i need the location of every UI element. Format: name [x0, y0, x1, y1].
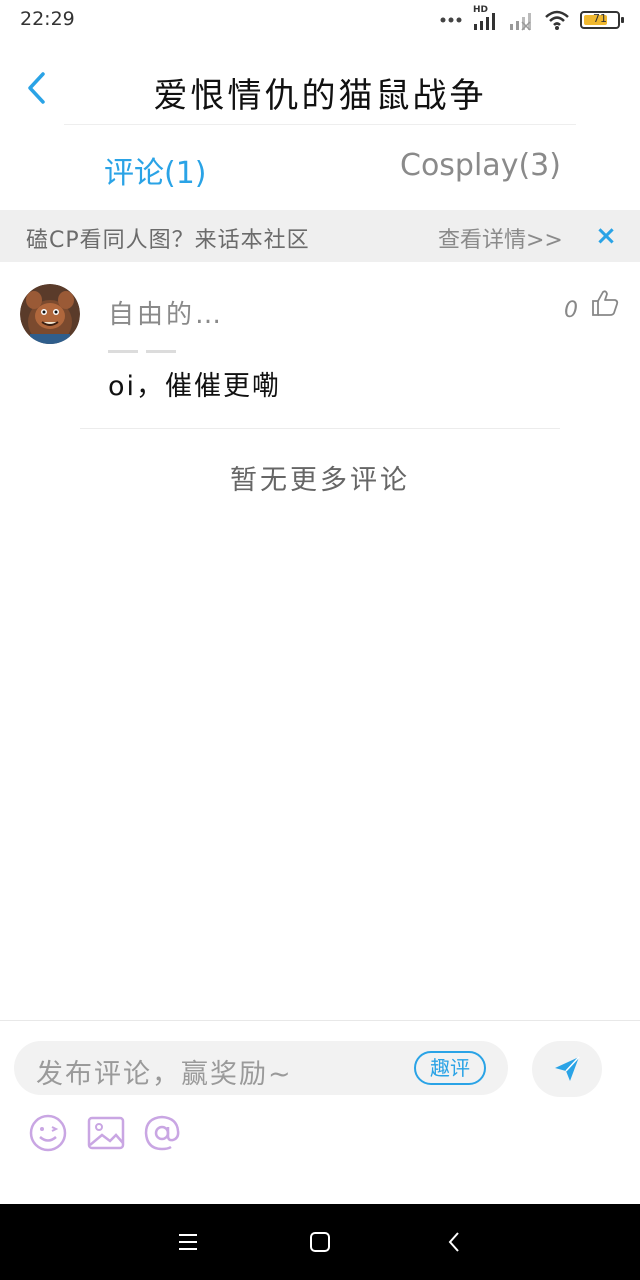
back-button[interactable]	[18, 68, 54, 108]
smiley-icon	[29, 1114, 67, 1152]
comment-input[interactable]: 发布评论，赢奖励~ 趣评	[14, 1041, 508, 1095]
image-icon	[87, 1116, 125, 1150]
no-more-comments: 暂无更多评论	[230, 465, 410, 496]
at-icon	[144, 1115, 180, 1151]
banner-text: 磕CP看同人图？来话本社区	[26, 228, 310, 253]
paper-plane-icon	[555, 1056, 580, 1081]
header-divider	[64, 124, 576, 125]
thumbs-up-icon	[592, 290, 619, 316]
banner-close-button[interactable]: ×	[594, 220, 618, 252]
nav-home-button[interactable]	[306, 1228, 334, 1256]
menu-icon	[179, 1234, 197, 1250]
comment-text: oi，催催更嘞	[108, 371, 282, 402]
wifi-icon	[545, 10, 569, 30]
banner-details-link[interactable]: 查看详情>>	[438, 222, 563, 254]
comment-divider	[80, 428, 560, 429]
nav-menu-button[interactable]	[174, 1228, 202, 1256]
signal-weak-icon	[510, 13, 531, 31]
avatar-image	[20, 284, 80, 344]
nav-back-button[interactable]	[440, 1228, 468, 1256]
battery-icon: 71	[580, 11, 624, 29]
like-button[interactable]	[590, 288, 624, 322]
comment-username[interactable]: 自由的…	[108, 294, 224, 331]
comment-composer: 发布评论，赢奖励~ 趣评	[0, 1020, 640, 1204]
tab-bar: 评论(1) Cosplay(3)	[0, 126, 640, 210]
signal-hd-icon: HD	[472, 5, 498, 32]
image-button[interactable]	[86, 1113, 126, 1153]
battery-level: 71	[593, 12, 607, 25]
back-arrow-icon	[448, 1232, 459, 1252]
comment-item: 自由的… 0 oi，催催更嘞	[0, 262, 640, 428]
avatar[interactable]	[20, 284, 80, 344]
system-nav-bar	[0, 1204, 640, 1280]
header: 爱恨情仇的猫鼠战争	[0, 50, 640, 126]
status-bar: 22:29 HD 71	[0, 0, 640, 40]
tab-cosplay[interactable]: Cosplay(3)	[400, 148, 561, 183]
more-dots-icon	[440, 17, 462, 23]
status-time: 22:29	[20, 8, 75, 30]
emoji-button[interactable]	[28, 1113, 68, 1153]
fun-comment-button[interactable]: 趣评	[414, 1051, 486, 1085]
promo-banner: 磕CP看同人图？来话本社区 查看详情>> ×	[0, 210, 640, 262]
send-button[interactable]	[532, 1041, 602, 1097]
comment-meta	[108, 350, 178, 356]
page-title: 爱恨情仇的猫鼠战争	[153, 76, 487, 116]
status-icons: HD 71	[440, 5, 624, 34]
mention-button[interactable]	[142, 1113, 182, 1153]
chevron-left-icon	[28, 72, 45, 104]
tab-comments[interactable]: 评论(1)	[104, 148, 207, 192]
home-square-icon	[310, 1232, 330, 1252]
like-count: 0	[564, 298, 578, 323]
comment-input-placeholder: 发布评论，赢奖励~	[36, 1059, 293, 1090]
